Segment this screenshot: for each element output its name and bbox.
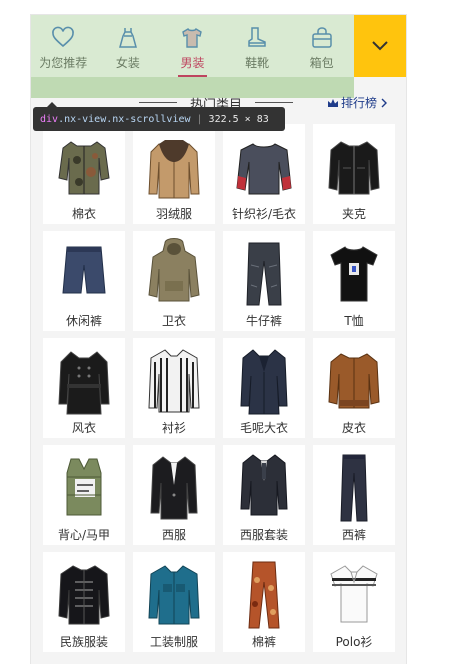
tang-suit-icon (58, 565, 110, 625)
category-label: 皮衣 (341, 421, 366, 435)
fur-collar-coat-icon (148, 140, 200, 199)
tshirt-icon (330, 246, 378, 302)
category-label: 风衣 (71, 421, 96, 435)
category-item[interactable]: 衬衫 (133, 338, 215, 438)
category-item[interactable]: 棉裤 (223, 552, 305, 652)
category-item[interactable]: 牛仔裤 (223, 231, 305, 331)
devtools-highlight-padding (31, 15, 354, 77)
camo-jacket-icon (58, 141, 110, 195)
category-label: 卫衣 (161, 314, 186, 328)
tooltip-dimensions: 322.5 × 83 (208, 113, 269, 125)
category-label: 夹克 (341, 207, 366, 221)
striped-shirt-icon (148, 349, 200, 413)
hoodie-icon (148, 238, 200, 302)
category-label: T恤 (344, 314, 364, 328)
work-shirt-icon (148, 565, 200, 625)
jeans-icon (246, 242, 282, 306)
category-label: 西服 (161, 528, 186, 542)
category-item[interactable]: 民族服装 (43, 552, 125, 652)
category-item[interactable]: 羽绒服 (133, 124, 215, 224)
expand-categories-button[interactable] (354, 15, 406, 77)
category-grid: 棉衣 羽绒服 针织衫/毛衣 夹克休闲裤 卫衣 牛仔裤 T恤风衣 衬衫 毛呢大衣 皮衣背心/马甲 西服… (43, 124, 395, 652)
category-label: 棉裤 (251, 635, 276, 649)
category-label: 羽绒服 (155, 207, 192, 221)
category-item[interactable]: 夹克 (313, 124, 395, 224)
vest-icon (66, 458, 102, 516)
jacket-icon (328, 141, 380, 195)
tooltip-classes: .nx-view.nx-scrollview (58, 113, 191, 125)
category-item[interactable]: 西服套装 (223, 445, 305, 545)
category-item[interactable]: 毛呢大衣 (223, 338, 305, 438)
category-item[interactable]: T恤 (313, 231, 395, 331)
tooltip-tag: div (40, 113, 59, 125)
category-item[interactable]: 背心/马甲 (43, 445, 125, 545)
category-label: 西裤 (341, 528, 366, 542)
leather-jacket-icon (328, 353, 380, 409)
category-label: 衬衫 (161, 421, 186, 435)
category-label: Polo衫 (335, 635, 373, 649)
ranking-label: 排行榜 (341, 96, 378, 110)
category-item[interactable]: 西裤 (313, 445, 395, 545)
chevron-right-icon (381, 98, 388, 107)
category-label: 背心/马甲 (57, 528, 111, 542)
category-label: 毛呢大衣 (239, 421, 288, 435)
category-label: 工装制服 (149, 635, 198, 649)
category-item[interactable]: 卫衣 (133, 231, 215, 331)
category-label: 西服套装 (239, 528, 288, 542)
category-item[interactable]: 风衣 (43, 338, 125, 438)
shorts-icon (62, 246, 106, 294)
category-item[interactable]: 休闲裤 (43, 231, 125, 331)
print-pants-icon (248, 561, 280, 629)
category-item[interactable]: 皮衣 (313, 338, 395, 438)
category-item[interactable]: 工装制服 (133, 552, 215, 652)
category-label: 休闲裤 (65, 314, 102, 328)
devtools-element-tooltip: div .nx-view.nx-scrollview | 322.5 × 83 (33, 102, 285, 131)
category-label: 牛仔裤 (245, 314, 282, 328)
category-item[interactable]: 针织衫/毛衣 (223, 124, 305, 224)
suit-set-icon (240, 454, 288, 516)
polo-shirt-icon (330, 565, 378, 623)
category-item[interactable]: 棉衣 (43, 124, 125, 224)
category-label: 棉衣 (71, 207, 96, 221)
wool-coat-icon (240, 349, 288, 415)
ranking-link[interactable]: 排行榜 (327, 94, 390, 111)
chevron-down-icon (372, 41, 388, 51)
category-label: 民族服装 (59, 635, 108, 649)
suit-jacket-icon (150, 456, 198, 520)
category-label: 针织衫/毛衣 (231, 207, 297, 221)
trench-coat-icon (58, 351, 110, 415)
category-item[interactable]: Polo衫 (313, 552, 395, 652)
sweater-icon (236, 143, 292, 195)
crown-icon (328, 98, 338, 107)
category-item[interactable]: 西服 (133, 445, 215, 545)
trousers-icon (340, 454, 368, 522)
